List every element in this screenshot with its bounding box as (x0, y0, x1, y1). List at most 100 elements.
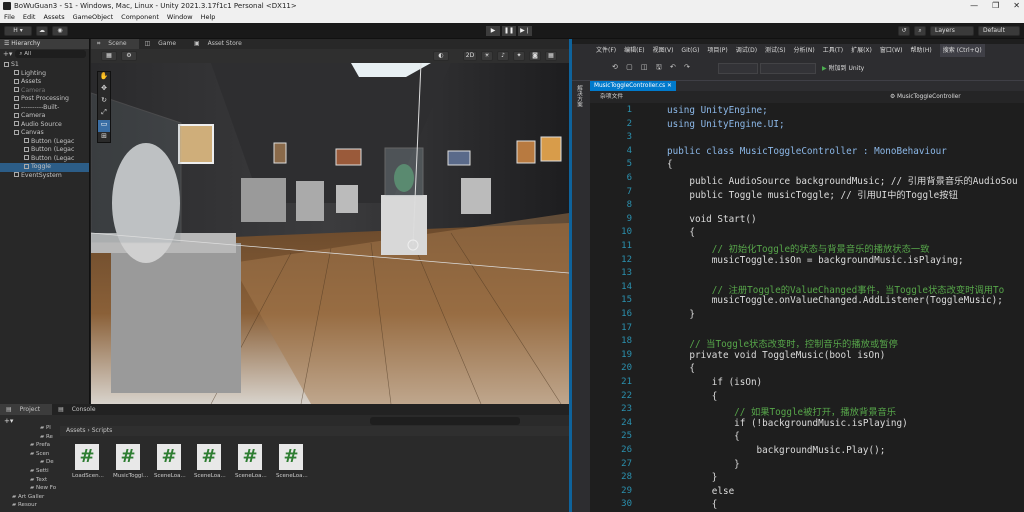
add-icon[interactable]: +▾ (3, 50, 12, 58)
code-line[interactable]: { (667, 391, 718, 402)
vs-menu-tools[interactable]: 工具(T) (823, 44, 843, 57)
tab-asset-store[interactable]: ▣ Asset Store (188, 39, 254, 49)
code-line[interactable]: // 初始化Toggle的状态与背景音乐的播放状态一致 (667, 241, 930, 255)
search-icon[interactable]: ⌕ (914, 26, 926, 36)
code-line[interactable]: { (667, 363, 695, 374)
hierarchy-item[interactable]: ----------Built- (0, 104, 89, 113)
folder-item[interactable]: ▰ Resour (0, 502, 58, 511)
solution-explorer-tab[interactable]: 解决方案 (572, 81, 583, 107)
light-icon[interactable]: ☀ (481, 51, 493, 61)
code-line[interactable]: void Start() (667, 214, 756, 225)
code-line[interactable]: public AudioSource backgroundMusic; // 引… (667, 173, 1017, 187)
rect-tool-icon[interactable]: ▭ (98, 120, 110, 132)
collab-icon[interactable]: ◉ (52, 26, 68, 36)
code-line[interactable]: } (667, 309, 695, 320)
code-line[interactable]: { (667, 499, 718, 510)
code-line[interactable]: else (667, 486, 734, 497)
project-search[interactable] (370, 417, 520, 425)
breadcrumb[interactable]: Assets › Scripts (60, 426, 569, 436)
hierarchy-item[interactable]: Lighting (0, 70, 89, 79)
hierarchy-item[interactable]: Button (Legac (0, 138, 89, 147)
scene-view[interactable]: ✋ ✥ ↻ ⤢ ▭ ⊞ (91, 63, 569, 404)
tab-console[interactable]: ▤ Console (52, 404, 107, 415)
script-file[interactable]: # SceneLoa... (235, 444, 267, 479)
nav-class-dropdown[interactable]: ⚙ MusicToggleController (890, 91, 961, 103)
folder-item[interactable]: ▰ Scen (0, 451, 58, 460)
effects-icon[interactable]: ✦ (513, 51, 525, 61)
hierarchy-item[interactable]: Post Processing (0, 95, 89, 104)
vs-menu-extensions[interactable]: 扩展(X) (851, 44, 872, 57)
nav-project-dropdown[interactable]: 杂项文件 (600, 91, 623, 103)
folder-item[interactable]: ▰ New Fo (0, 485, 58, 494)
layout-dropdown[interactable]: Default (978, 26, 1020, 36)
folder-item[interactable]: ▰ Pl (0, 425, 58, 434)
code-line[interactable]: backgroundMusic.Play(); (667, 445, 886, 456)
grid-icon[interactable]: ▦ (545, 51, 557, 61)
menu-window[interactable]: Window (167, 12, 193, 23)
menu-assets[interactable]: Assets (43, 12, 64, 23)
tab-project[interactable]: ▤ Project (0, 404, 53, 415)
vs-menu-edit[interactable]: 编辑(E) (624, 44, 644, 57)
menu-file[interactable]: File (4, 12, 15, 23)
hierarchy-item[interactable]: Camera (0, 87, 89, 96)
menu-edit[interactable]: Edit (23, 12, 36, 23)
code-line[interactable]: // 注册Toggle的ValueChanged事件，当Toggle状态改变时调… (667, 282, 1005, 296)
vs-menu-project[interactable]: 项目(P) (707, 44, 727, 57)
hierarchy-item[interactable]: Audio Source (0, 121, 89, 130)
vs-menu-view[interactable]: 视图(V) (653, 44, 674, 57)
script-file[interactable]: # SceneLoa... (276, 444, 308, 479)
close-button[interactable]: ✕ (1013, 0, 1020, 12)
code-line[interactable]: // 当Toggle状态改变时，控制音乐的播放或暂停 (667, 336, 897, 350)
vs-menu-file[interactable]: 文件(F) (596, 44, 616, 57)
code-line[interactable]: musicToggle.onValueChanged.AddListener(T… (667, 295, 1003, 306)
script-file[interactable]: # SceneLoa... (154, 444, 186, 479)
shading-icon[interactable]: ◐ (433, 51, 449, 61)
transform-tool-icon[interactable]: ⊞ (98, 132, 110, 144)
code-line[interactable]: private void ToggleMusic(bool isOn) (667, 350, 885, 361)
maximize-button[interactable]: ❐ (992, 0, 999, 12)
cloud-icon[interactable]: ☁ (36, 26, 48, 36)
tab-musictogglecontroller[interactable]: MusicToggleController.cs ✕ (590, 81, 676, 91)
gizmo-icon[interactable]: ⚙ (121, 51, 137, 61)
hierarchy-item[interactable]: S1 (0, 61, 89, 70)
audio-icon[interactable]: ♪ (497, 51, 509, 61)
code-line[interactable]: if (!backgroundMusic.isPlaying) (667, 418, 908, 429)
code-line[interactable]: } (667, 472, 718, 483)
code-line[interactable]: } (667, 459, 740, 470)
tab-game[interactable]: ◫ Game (139, 39, 188, 49)
code-line[interactable]: { (667, 431, 740, 442)
code-line[interactable]: if (isOn) (667, 377, 762, 388)
add-asset-icon[interactable]: +▾ (4, 417, 13, 425)
hand-tool-icon[interactable]: ✋ (98, 72, 110, 84)
folder-item[interactable]: ▰ Prefa (0, 442, 58, 451)
script-file[interactable]: # SceneLoa... (194, 444, 226, 479)
vs-menu-analyze[interactable]: 分析(N) (794, 44, 815, 57)
vs-menu-git[interactable]: Git(G) (681, 44, 699, 57)
code-line[interactable]: { (667, 227, 695, 238)
folder-item[interactable]: ▰ Re (0, 434, 58, 443)
vs-menu-test[interactable]: 测试(S) (765, 44, 786, 57)
rotate-tool-icon[interactable]: ↻ (98, 96, 110, 108)
tab-scene[interactable]: ⌗ Scene (91, 39, 139, 49)
platform-dropdown[interactable] (760, 63, 816, 74)
pause-button[interactable]: ❚❚ (502, 26, 516, 36)
account-dropdown[interactable]: H ▾ (4, 26, 32, 36)
step-button[interactable]: ▶❘ (518, 26, 532, 36)
draw-mode-icon[interactable]: ▦ (101, 51, 117, 61)
layers-dropdown[interactable]: Layers (930, 26, 974, 36)
config-dropdown[interactable] (718, 63, 758, 74)
hierarchy-tab[interactable]: ☰ Hierarchy (0, 39, 89, 49)
hierarchy-item[interactable]: Canvas (0, 129, 89, 138)
hierarchy-item[interactable]: Assets (0, 78, 89, 87)
code-line[interactable]: { (667, 159, 673, 170)
hierarchy-item[interactable]: Camera (0, 112, 89, 121)
menu-help[interactable]: Help (201, 12, 216, 23)
folder-item[interactable]: ▰ Art Galler (0, 494, 58, 503)
history-icon[interactable]: ↺ (898, 26, 910, 36)
scale-tool-icon[interactable]: ⤢ (98, 108, 110, 120)
attach-unity-button[interactable]: ▶ 附加到 Unity (822, 63, 864, 74)
code-line[interactable]: using UnityEngine; (667, 105, 768, 116)
minimize-button[interactable]: — (970, 0, 978, 12)
code-line[interactable]: // 如果Toggle被打开，播放背景音乐 (667, 404, 896, 418)
script-file[interactable]: # LoadScen... (72, 444, 104, 479)
